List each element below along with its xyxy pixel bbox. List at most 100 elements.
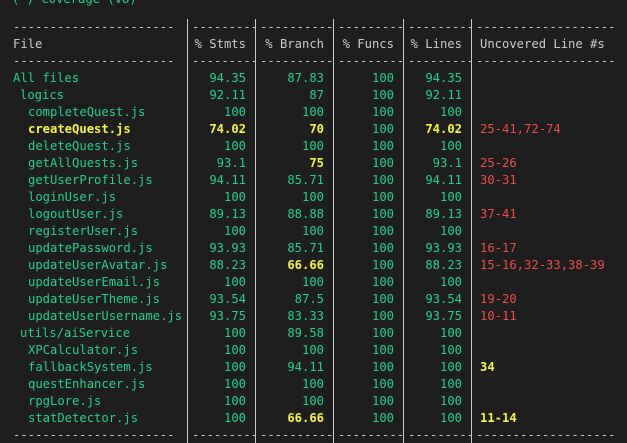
table-cell-uncovered xyxy=(471,87,627,104)
table-cell-file: loginUser.js xyxy=(28,190,117,204)
table-cell-uncovered: 30-31 xyxy=(471,172,627,189)
table-cell-lines: 100 xyxy=(403,359,471,376)
table-cell-branch: 83.33 xyxy=(255,308,333,325)
table-cell-stmts: 88.23 xyxy=(187,257,255,274)
table-cell-lines: 94.11 xyxy=(403,172,471,189)
table-cell-file: getUserProfile.js xyxy=(28,173,153,187)
table-cell-lines: 100 xyxy=(403,342,471,359)
table-cell-funcs: 100 xyxy=(333,359,403,376)
table-cell-stmts: 100 xyxy=(187,104,255,121)
table-cell-branch: 66.66 xyxy=(255,410,333,427)
table-cell-funcs: 100 xyxy=(333,410,403,427)
table-cell-lines: 100 xyxy=(403,393,471,410)
divider-top-stmts: --------- xyxy=(187,19,255,36)
table-cell-file: updateUserUsername.js xyxy=(28,309,183,323)
table-cell-uncovered xyxy=(471,104,627,121)
table-cell-uncovered: 15-16,32-33,38-39 xyxy=(471,257,627,274)
table-cell-stmts: 94.35 xyxy=(187,70,255,87)
table-cell-uncovered: 19-20 xyxy=(471,291,627,308)
table-cell-funcs: 100 xyxy=(333,291,403,308)
table-cell-stmts: 100 xyxy=(187,325,255,342)
table-cell-uncovered: 16-17 xyxy=(471,240,627,257)
table-cell-stmts: 100 xyxy=(187,274,255,291)
table-cell-funcs: 100 xyxy=(333,342,403,359)
divider-header-lines: --------- xyxy=(403,53,471,70)
divider-bottom-stmts: --------- xyxy=(187,427,255,443)
table-cell-uncovered xyxy=(471,393,627,410)
divider-bottom-lines: --------- xyxy=(403,427,471,443)
divider-top-file: ---------------------- xyxy=(13,20,175,34)
table-cell-funcs: 100 xyxy=(333,274,403,291)
table-cell-lines: 94.35 xyxy=(403,70,471,87)
table-cell-stmts: 100 xyxy=(187,342,255,359)
table-cell-funcs: 100 xyxy=(333,376,403,393)
table-cell-uncovered xyxy=(471,325,627,342)
table-cell-stmts: 74.02 xyxy=(187,121,255,138)
column-header-branch: % Branch xyxy=(255,36,333,53)
table-cell-file: logics xyxy=(20,88,65,102)
table-cell-funcs: 100 xyxy=(333,308,403,325)
table-cell-funcs: 100 xyxy=(333,189,403,206)
table-cell-uncovered xyxy=(471,274,627,291)
column-header-file: File xyxy=(13,37,43,51)
divider-top-funcs: --------- xyxy=(333,19,403,36)
table-cell-file: utils/aiService xyxy=(20,326,131,340)
table-cell-lines: 93.75 xyxy=(403,308,471,325)
table-cell-lines: 92.11 xyxy=(403,87,471,104)
table-cell-uncovered: 25-41,72-74 xyxy=(471,121,627,138)
table-cell-stmts: 100 xyxy=(187,138,255,155)
table-cell-file: XPCalculator.js xyxy=(28,343,139,357)
table-cell-uncovered xyxy=(471,189,627,206)
terminal-output[interactable]: (-) coverage (v8) ----------------------… xyxy=(0,0,627,443)
table-cell-stmts: 89.13 xyxy=(187,206,255,223)
table-cell-file: createQuest.js xyxy=(28,122,131,136)
table-cell-branch: 100 xyxy=(255,342,333,359)
table-cell-lines: 93.1 xyxy=(403,155,471,172)
divider-bottom-funcs: --------- xyxy=(333,427,403,443)
table-cell-stmts: 93.93 xyxy=(187,240,255,257)
divider-header-uncovered: ------------------- xyxy=(471,53,627,70)
table-cell-stmts: 94.11 xyxy=(187,172,255,189)
table-cell-file: deleteQuest.js xyxy=(28,139,131,153)
table-cell-stmts: 100 xyxy=(187,376,255,393)
table-cell-uncovered: 11-14 xyxy=(471,410,627,427)
table-cell-branch: 85.71 xyxy=(255,172,333,189)
table-cell-stmts: 93.75 xyxy=(187,308,255,325)
table-cell-uncovered: 34 xyxy=(471,359,627,376)
divider-top-lines: --------- xyxy=(403,19,471,36)
table-cell-stmts: 100 xyxy=(187,359,255,376)
table-cell-stmts: 100 xyxy=(187,393,255,410)
divider-header-stmts: --------- xyxy=(187,53,255,70)
table-cell-lines: 88.23 xyxy=(403,257,471,274)
table-cell-stmts: 92.11 xyxy=(187,87,255,104)
divider-header-funcs: --------- xyxy=(333,53,403,70)
divider-bottom-file: ---------------------- xyxy=(13,428,175,442)
column-header-funcs: % Funcs xyxy=(333,36,403,53)
table-cell-lines: 100 xyxy=(403,410,471,427)
table-cell-branch: 87.5 xyxy=(255,291,333,308)
table-cell-lines: 100 xyxy=(403,274,471,291)
table-cell-branch: 100 xyxy=(255,223,333,240)
table-cell-stmts: 100 xyxy=(187,223,255,240)
divider-bottom-branch: ---------- xyxy=(255,427,333,443)
column-header-stmts: % Stmts xyxy=(187,36,255,53)
coverage-table: ---------------------- --------- ---------… xyxy=(0,19,627,443)
table-cell-uncovered xyxy=(471,376,627,393)
table-cell-branch: 100 xyxy=(255,274,333,291)
table-cell-lines: 100 xyxy=(403,138,471,155)
coverage-heading: (-) coverage (v8) xyxy=(12,0,137,8)
table-cell-branch: 85.71 xyxy=(255,240,333,257)
table-cell-branch: 87.83 xyxy=(255,70,333,87)
table-cell-branch: 70 xyxy=(255,121,333,138)
table-cell-lines: 74.02 xyxy=(403,121,471,138)
table-cell-file: updateUserAvatar.js xyxy=(28,258,168,272)
table-cell-uncovered xyxy=(471,342,627,359)
table-cell-uncovered: 37-41 xyxy=(471,206,627,223)
column-header-lines: % Lines xyxy=(403,36,471,53)
table-cell-uncovered xyxy=(471,70,627,87)
table-cell-funcs: 100 xyxy=(333,393,403,410)
table-cell-file: updatePassword.js xyxy=(28,241,153,255)
table-cell-branch: 100 xyxy=(255,104,333,121)
table-cell-stmts: 100 xyxy=(187,189,255,206)
table-cell-file: updateUserEmail.js xyxy=(28,275,161,289)
